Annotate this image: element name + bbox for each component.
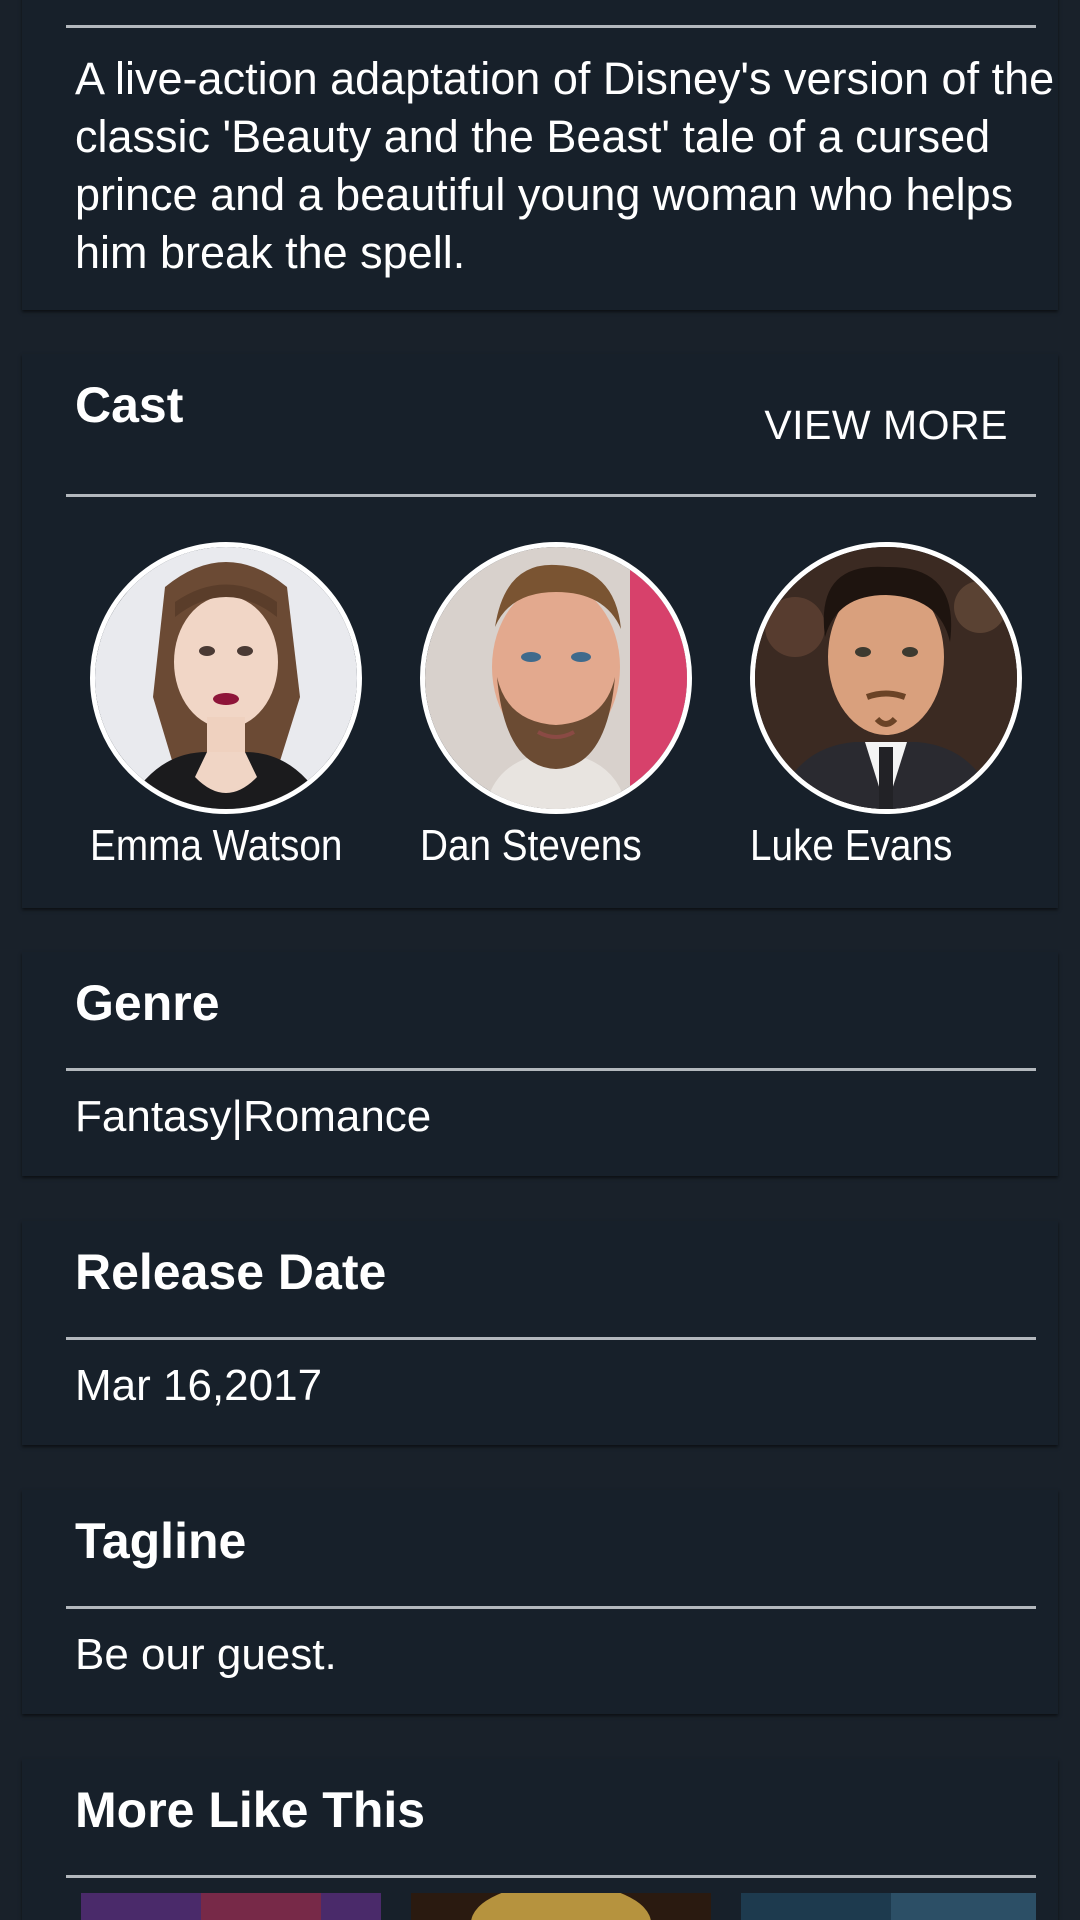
more-like-this-card: More Like This	[22, 1759, 1058, 1920]
movie-details-screen: A live-action adaptation of Disney's ver…	[0, 0, 1080, 1920]
tagline-card: Tagline Be our guest.	[22, 1490, 1058, 1714]
cast-divider	[66, 494, 1036, 497]
more-like-this-divider	[66, 1875, 1036, 1878]
release-date-card: Release Date Mar 16,2017	[22, 1221, 1058, 1445]
cast-member[interactable]: Emma Watson	[90, 542, 390, 868]
cast-card: Cast VIEW MORE Emma Watson Dan Stevens L…	[22, 354, 1058, 908]
overview-card: A live-action adaptation of Disney's ver…	[22, 0, 1058, 310]
release-date-divider	[66, 1337, 1036, 1340]
actor-photo-icon	[95, 547, 357, 809]
view-more-button[interactable]: VIEW MORE	[764, 402, 1008, 449]
release-date-title: Release Date	[75, 1244, 387, 1300]
actor-photo-icon	[425, 547, 687, 809]
overview-divider	[66, 25, 1036, 28]
similar-movie-poster[interactable]	[411, 1893, 711, 1920]
cast-title: Cast	[75, 377, 184, 433]
tagline-divider	[66, 1606, 1036, 1609]
cast-member[interactable]: Dan Stevens	[420, 542, 720, 868]
cast-member[interactable]: Luke Evans	[750, 542, 1050, 868]
genre-value: Fantasy|Romance	[75, 1092, 432, 1141]
avatar[interactable]	[90, 542, 362, 814]
cast-name: Luke Evans	[750, 821, 953, 870]
avatar[interactable]	[420, 542, 692, 814]
release-date-value: Mar 16,2017	[75, 1361, 323, 1410]
poster-image-icon	[411, 1893, 711, 1920]
similar-movie-poster[interactable]	[741, 1893, 1036, 1920]
cast-name: Emma Watson	[90, 821, 343, 870]
avatar[interactable]	[750, 542, 1022, 814]
tagline-value: Be our guest.	[75, 1630, 337, 1679]
more-like-this-title: More Like This	[75, 1782, 426, 1838]
genre-divider	[66, 1068, 1036, 1071]
tagline-title: Tagline	[75, 1513, 247, 1569]
genre-card: Genre Fantasy|Romance	[22, 952, 1058, 1176]
actor-photo-icon	[755, 547, 1017, 809]
overview-text: A live-action adaptation of Disney's ver…	[75, 53, 1055, 278]
poster-image-icon	[81, 1893, 381, 1920]
similar-movie-poster[interactable]	[81, 1893, 381, 1920]
genre-title: Genre	[75, 975, 220, 1031]
poster-image-icon	[741, 1893, 1036, 1920]
cast-name: Dan Stevens	[420, 821, 642, 870]
